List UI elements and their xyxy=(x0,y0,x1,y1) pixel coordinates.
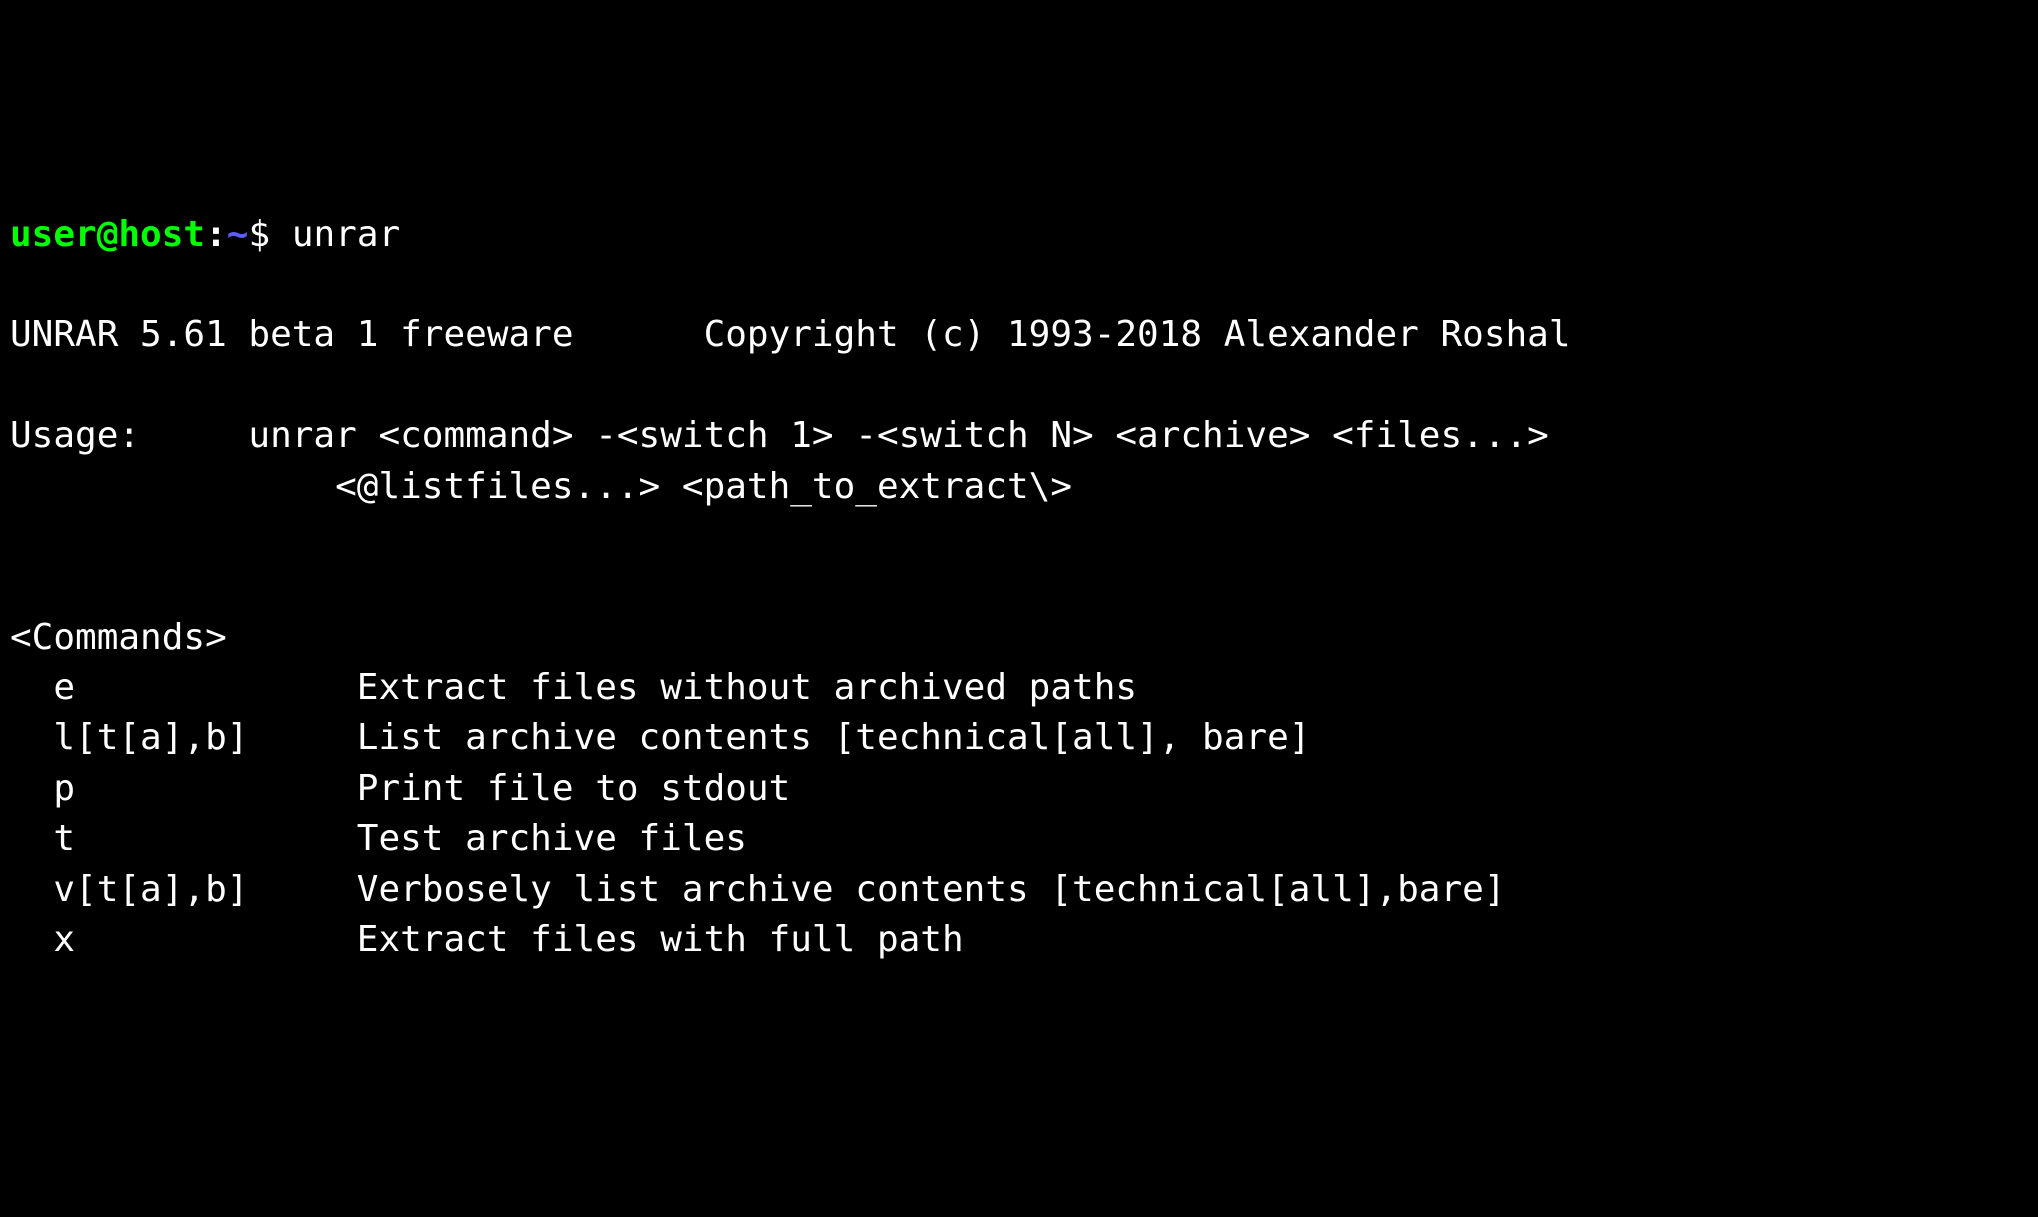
output-usage-line1: Usage: unrar <command> -<switch 1> -<swi… xyxy=(10,415,1549,456)
command-text: unrar xyxy=(292,214,400,255)
prompt-line: user@host:~$ unrar xyxy=(10,214,400,255)
output-cmd-t: t Test archive files xyxy=(10,818,747,859)
prompt-path: ~ xyxy=(227,214,249,255)
output-commands-header: <Commands> xyxy=(10,617,227,658)
output-cmd-e: e Extract files without archived paths xyxy=(10,667,1137,708)
terminal[interactable]: user@host:~$ unrar UNRAR 5.61 beta 1 fre… xyxy=(10,210,2028,966)
prompt-dollar: $ xyxy=(248,214,270,255)
prompt-user: user@host xyxy=(10,214,205,255)
prompt-colon: : xyxy=(205,214,227,255)
output-header: UNRAR 5.61 beta 1 freeware Copyright (c)… xyxy=(10,314,1571,355)
output-usage-line2: <@listfiles...> <path_to_extract\> xyxy=(10,466,1072,507)
output-cmd-x: x Extract files with full path xyxy=(10,919,964,960)
output-cmd-l: l[t[a],b] List archive contents [technic… xyxy=(10,717,1310,758)
output-cmd-p: p Print file to stdout xyxy=(10,768,790,809)
output-cmd-v: v[t[a],b] Verbosely list archive content… xyxy=(10,869,1506,910)
